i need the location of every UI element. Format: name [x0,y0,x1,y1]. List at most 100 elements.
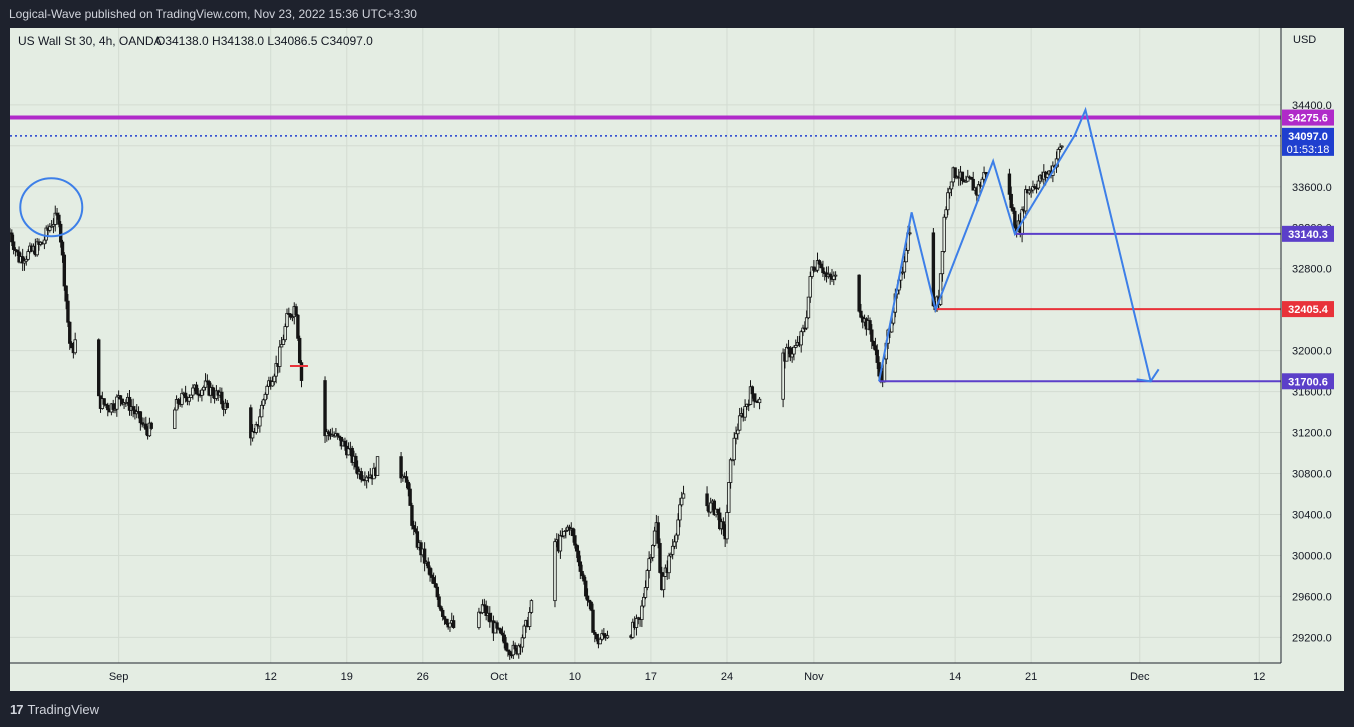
x-tick-label: 14 [949,671,961,683]
candle-body [904,249,908,263]
candle-body [263,393,267,401]
candle-body [294,306,298,316]
candle-body [58,223,63,243]
tradingview-logo[interactable]: 17 TradingView [10,702,99,717]
candle-body [66,300,70,323]
y-tick-label: 32000.0 [1292,346,1332,358]
candle-body [736,429,740,435]
candle-body [191,387,195,396]
x-tick-label: Nov [804,671,824,683]
candle-body [908,232,912,235]
candle-body [410,505,414,526]
candle-body [194,384,199,395]
candle-body [790,353,794,358]
level-price-tag-text: 34275.6 [1288,113,1328,125]
candle-body [258,416,262,427]
candle-body [870,329,874,342]
candle-body [359,471,363,480]
candle-body [1007,173,1012,195]
candle-body [144,423,148,430]
x-tick-label: 17 [645,671,657,683]
candle-body [180,392,184,405]
candle-body [283,326,287,341]
candle-body [187,397,191,402]
candle-body [64,285,68,302]
candle-body [495,622,499,629]
candle-body [431,577,436,584]
candle-body [946,192,950,211]
candle-body [202,386,206,391]
candle-body [131,406,135,411]
candle-body [799,331,803,346]
level-price-tag-text: 31700.6 [1288,376,1328,388]
candle-body [513,644,517,650]
candle-body [705,493,709,507]
candle-body [585,595,590,601]
candle-body [426,561,430,569]
candle-body [281,339,286,345]
x-tick-label: 24 [721,671,733,683]
candle-body [743,406,747,418]
level-price-tag-text: 33140.3 [1288,229,1328,241]
candle-body [60,241,65,256]
candle-body [272,375,277,383]
candle-body [422,548,427,564]
candle-body [118,395,123,400]
candle-body [645,570,650,588]
candle-body [804,317,809,329]
candle-body [502,634,506,644]
candle-body [871,340,876,347]
candle-body [451,620,456,628]
candle-body [721,521,726,530]
countdown-text: 01:53:18 [1287,144,1330,156]
ohlc-legend: O34138.0 H34138.0 L34086.5 C34097.0 [156,34,373,48]
x-tick-label: Dec [1130,671,1150,683]
candle-body [734,433,738,439]
x-tick-label: Oct [490,671,507,683]
candle-body [111,403,115,410]
candle-body [716,508,720,514]
candle-body [259,404,264,418]
candle-body [857,274,861,312]
candle-body [670,545,675,555]
candle-body [651,544,655,558]
candle-body [819,263,823,269]
candle-body [57,214,61,225]
candle-body [652,530,657,546]
candle-body [580,571,584,577]
candle-body [69,342,74,349]
candle-body [960,171,965,181]
candle-body [520,637,525,648]
candle-body [428,567,432,576]
candle-body [562,530,566,537]
candle-body [949,181,954,190]
candle-body [832,275,836,280]
candle-body [173,409,177,429]
candle-body [647,558,651,571]
candle-body [261,399,266,406]
candle-body [573,535,577,546]
chart-area[interactable]: USD 29200.0 29600.0 30000.0 30400.0 30800.0 31… [10,28,1344,691]
candle-body [750,386,755,395]
candle-body [73,339,77,354]
candle-body [821,267,825,274]
price-chart[interactable]: USD 29200.0 29600.0 30000.0 30400.0 30800.0 31… [10,28,1344,691]
candle-body [868,320,872,331]
candle-body [667,555,671,574]
candle-body [728,459,733,483]
candle-body [1056,149,1061,160]
candle-body [200,389,204,396]
candle-body [441,609,445,617]
y-tick-label: 30400.0 [1292,509,1332,521]
candle-body [1036,180,1041,189]
x-tick-label: Sep [109,671,129,683]
candle-body [102,398,106,405]
publish-header: Logical-Wave published on TradingView.co… [0,0,1354,28]
candle-body [448,622,452,628]
candle-body [97,339,101,397]
candle-body [406,481,411,490]
candle-body [875,349,879,363]
candle-body [940,251,945,275]
candle-body [1060,145,1064,148]
candle-body [576,550,581,563]
